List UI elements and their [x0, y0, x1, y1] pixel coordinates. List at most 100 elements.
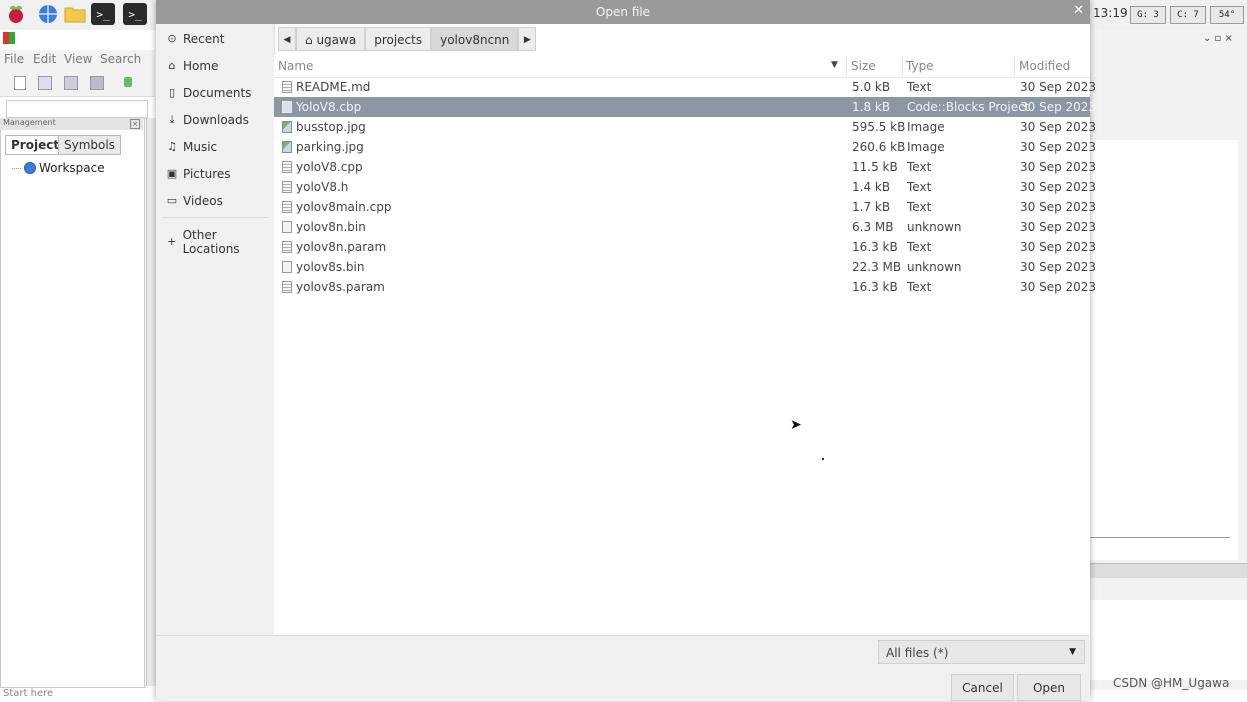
- file-name: yolov8s.bin: [296, 260, 365, 274]
- file-modified: 30 Sep 2023: [1020, 100, 1097, 114]
- workspace-node[interactable]: Workspace: [12, 161, 105, 175]
- menu-view[interactable]: View: [64, 52, 92, 66]
- file-type: Text: [907, 240, 932, 254]
- file-name: README.md: [296, 80, 371, 94]
- file-modified: 30 Sep 2023: [1020, 260, 1097, 274]
- dialog-title: Open file: [595, 5, 651, 19]
- toolbar-combo[interactable]: [6, 100, 148, 118]
- save-all-icon[interactable]: [90, 76, 104, 90]
- management-title: Management ×: [0, 118, 143, 130]
- file-type: Text: [907, 160, 932, 174]
- clock: 13:19: [1093, 6, 1128, 20]
- place-videos[interactable]: ▭ Videos: [166, 194, 223, 208]
- file-row[interactable]: busstop.jpg 595.5 kB Image 30 Sep 2023: [274, 117, 1096, 137]
- plus-icon: +: [167, 235, 177, 248]
- new-file-icon[interactable]: [14, 76, 26, 90]
- sort-down-icon[interactable]: ▼: [831, 60, 838, 70]
- workspace-label: Workspace: [39, 161, 105, 175]
- column-separator: [902, 57, 903, 75]
- file-row[interactable]: parking.jpg 260.6 kB Image 30 Sep 2023: [274, 137, 1096, 157]
- file-size: 5.0 kB: [852, 80, 891, 94]
- place-documents[interactable]: ▯ Documents: [166, 86, 251, 100]
- path-crumb-projects[interactable]: projects: [365, 27, 432, 51]
- tab-symbols[interactable]: Symbols: [58, 135, 121, 155]
- watermark: CSDN @HM_Ugawa: [1113, 676, 1230, 690]
- window-controls-icon[interactable]: ⌄ ▫ ×: [1203, 33, 1233, 44]
- file-size: 1.7 kB: [852, 200, 891, 214]
- place-home[interactable]: ⌂ Home: [166, 59, 219, 73]
- text-file-icon: [282, 201, 292, 213]
- tray-temp: 54°: [1210, 6, 1244, 24]
- terminal-icon[interactable]: >_: [123, 3, 147, 25]
- close-icon[interactable]: ✕: [1073, 3, 1084, 18]
- file-size: 1.4 kB: [852, 180, 891, 194]
- file-type: Text: [907, 180, 932, 194]
- file-row[interactable]: yolov8n.param 16.3 kB Text 30 Sep 2023: [274, 237, 1096, 257]
- path-back-arrow-icon[interactable]: ◀: [278, 27, 296, 51]
- menu-search[interactable]: Search: [100, 52, 141, 66]
- file-row[interactable]: yolov8main.cpp 1.7 kB Text 30 Sep 2023: [274, 197, 1096, 217]
- file-type: unknown: [907, 260, 962, 274]
- open-icon[interactable]: [38, 76, 52, 90]
- file-type: Code::Blocks Project: [907, 100, 1030, 114]
- place-music[interactable]: ♫ Music: [166, 140, 217, 154]
- column-name[interactable]: Name: [278, 59, 313, 73]
- column-type[interactable]: Type: [906, 59, 934, 73]
- path-bar: ◀ ⌂ ugawa projects yolov8ncnn ▶: [278, 27, 537, 51]
- open-button[interactable]: Open: [1017, 674, 1081, 701]
- file-size: 6.3 MB: [852, 220, 894, 234]
- place-recent[interactable]: ⊙ Recent: [166, 32, 224, 46]
- home-icon: ⌂: [168, 59, 176, 72]
- terminal-icon[interactable]: >_: [91, 3, 115, 25]
- list-header: Name ▼ Size Type Modified: [274, 55, 1090, 78]
- tray-cpu: C: 7: [1170, 6, 1206, 24]
- file-row[interactable]: YoloV8.cbp 1.8 kB Code::Blocks Project 30 S…: [274, 97, 1096, 117]
- place-downloads[interactable]: ⤓ Downloads: [166, 113, 249, 127]
- dialog-titlebar: Open file ✕: [156, 0, 1090, 24]
- codeblocks-logo-icon: [3, 32, 15, 44]
- file-row[interactable]: yolov8n.bin 6.3 MB unknown 30 Sep 2023: [274, 217, 1096, 237]
- file-name: YoloV8.cbp: [296, 100, 362, 114]
- file-row[interactable]: yolov8s.bin 22.3 MB unknown 30 Sep 2023: [274, 257, 1096, 277]
- clock-icon: ⊙: [167, 32, 177, 45]
- dot: [822, 458, 824, 460]
- file-modified: 30 Sep 2023: [1020, 160, 1097, 174]
- text-file-icon: [282, 161, 292, 173]
- generic-file-icon: [282, 221, 292, 233]
- file-row[interactable]: yoloV8.h 1.4 kB Text 30 Sep 2023: [274, 177, 1096, 197]
- filter-value: All files (*): [886, 646, 949, 660]
- image-file-icon: [282, 141, 292, 153]
- file-size: 16.3 kB: [852, 280, 898, 294]
- management-panel: [0, 118, 145, 688]
- path-crumb-current[interactable]: yolov8ncnn: [431, 27, 519, 51]
- browser-icon[interactable]: [36, 3, 60, 25]
- folder-icon[interactable]: [63, 3, 87, 25]
- file-modified: 30 Sep 2023: [1020, 220, 1097, 234]
- picture-icon: ▣: [166, 167, 178, 180]
- text-file-icon: [282, 181, 292, 193]
- file-size: 260.6 kB: [852, 140, 906, 154]
- file-row[interactable]: yoloV8.cpp 11.5 kB Text 30 Sep 2023: [274, 157, 1096, 177]
- cancel-button[interactable]: Cancel: [951, 674, 1014, 701]
- raspberry-menu-icon[interactable]: [4, 3, 28, 25]
- place-other-locations[interactable]: + Other Locations: [166, 228, 274, 256]
- workspace-icon: [24, 162, 36, 174]
- file-type: Text: [907, 80, 932, 94]
- menu-edit[interactable]: Edit: [33, 52, 56, 66]
- file-filter-select[interactable]: All files (*) ▼: [878, 640, 1085, 664]
- close-panel-icon[interactable]: ×: [130, 119, 140, 129]
- path-forward-arrow-icon[interactable]: ▶: [518, 27, 537, 51]
- column-size[interactable]: Size: [851, 59, 876, 73]
- menu-file[interactable]: File: [4, 52, 24, 66]
- run-icon[interactable]: [124, 77, 132, 87]
- save-icon[interactable]: [64, 76, 78, 90]
- file-size: 11.5 kB: [852, 160, 898, 174]
- file-row[interactable]: yolov8s.param 16.3 kB Text 30 Sep 2023: [274, 277, 1096, 297]
- tray-gpu: G: 3: [1130, 6, 1166, 24]
- file-modified: 30 Sep 2023: [1020, 80, 1097, 94]
- column-modified[interactable]: Modified: [1019, 59, 1070, 73]
- file-row[interactable]: README.md 5.0 kB Text 30 Sep 2023: [274, 77, 1096, 97]
- place-pictures[interactable]: ▣ Pictures: [166, 167, 231, 181]
- path-crumb-home[interactable]: ⌂ ugawa: [296, 27, 366, 51]
- file-type: Image: [907, 140, 945, 154]
